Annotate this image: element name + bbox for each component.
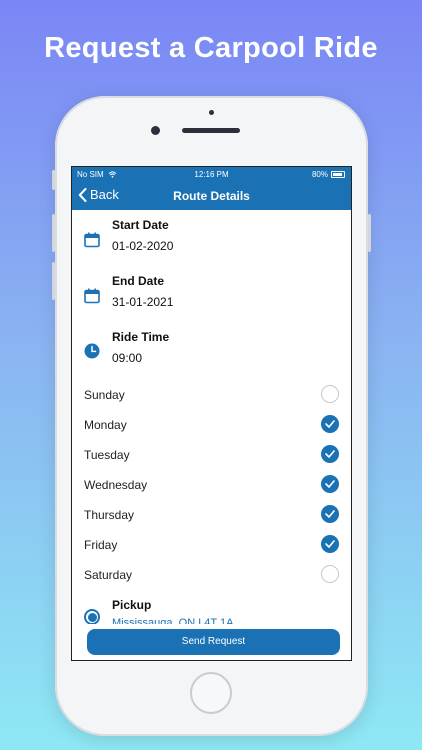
day-checkbox[interactable] (321, 475, 339, 493)
battery-percent: 80% (311, 170, 328, 179)
day-label: Wednesday (84, 478, 148, 492)
end-date-value: 31-01-2021 (112, 295, 174, 309)
bottom-action-bar: Send Request (72, 624, 351, 660)
battery-icon (331, 171, 345, 178)
ride-time-field[interactable]: Ride Time 09:00 (72, 330, 351, 380)
pickup-label: Pickup (112, 598, 152, 612)
start-date-field[interactable]: Start Date 01-02-2020 (72, 218, 351, 268)
day-row-saturday[interactable]: Saturday (72, 561, 351, 591)
power-button (368, 214, 371, 252)
radio-dot (87, 612, 97, 622)
day-row-friday[interactable]: Friday (72, 531, 351, 561)
checkmark-icon (325, 450, 335, 458)
checkmark-icon (325, 480, 335, 488)
day-row-thursday[interactable]: Thursday (72, 501, 351, 531)
end-date-field[interactable]: End Date 31-01-2021 (72, 274, 351, 324)
day-label: Sunday (84, 388, 125, 402)
day-checkbox[interactable] (321, 565, 339, 583)
checkmark-icon (325, 420, 335, 428)
radio-location-icon (84, 609, 100, 625)
ride-time-value: 09:00 (112, 351, 143, 365)
day-checkbox[interactable] (321, 385, 339, 403)
day-label: Friday (84, 538, 118, 552)
earpiece-speaker (182, 128, 240, 133)
day-checkbox[interactable] (321, 535, 339, 553)
checkmark-icon (325, 540, 335, 548)
volume-up-button (52, 214, 55, 252)
calendar-icon (84, 232, 100, 248)
day-row-wednesday[interactable]: Wednesday (72, 471, 351, 501)
day-label: Monday (84, 418, 127, 432)
send-request-button[interactable]: Send Request (87, 629, 340, 655)
calendar-icon (84, 288, 100, 304)
start-date-label: Start Date (112, 218, 169, 232)
page-title: Route Details (173, 189, 250, 203)
day-checkbox[interactable] (321, 445, 339, 463)
day-row-monday[interactable]: Monday (72, 411, 351, 441)
day-label: Tuesday (84, 448, 130, 462)
battery-status: 80% (312, 170, 345, 179)
front-camera (151, 126, 160, 135)
clock-icon (84, 343, 100, 359)
checkmark-icon (325, 510, 335, 518)
promo-headline: Request a Carpool Ride (44, 32, 378, 64)
ride-time-label: Ride Time (112, 330, 170, 344)
proximity-sensor (209, 110, 214, 115)
day-row-sunday[interactable]: Sunday (72, 381, 351, 411)
start-date-value: 01-02-2020 (112, 239, 174, 253)
day-label: Thursday (84, 508, 135, 522)
status-time: 12:16 PM (194, 170, 229, 179)
mute-switch (52, 170, 55, 190)
day-row-tuesday[interactable]: Tuesday (72, 441, 351, 471)
day-checkbox[interactable] (321, 505, 339, 523)
day-label: Saturday (84, 568, 133, 582)
app-screen: No SIM 12:16 PM 80% Back Route Details S… (71, 166, 352, 661)
status-bar: No SIM 12:16 PM 80% (72, 169, 351, 181)
volume-down-button (52, 262, 55, 300)
navigation-bar: No SIM 12:16 PM 80% Back Route Details (72, 167, 351, 210)
day-checkbox[interactable] (321, 415, 339, 433)
home-button[interactable] (190, 672, 232, 714)
end-date-label: End Date (112, 274, 165, 288)
